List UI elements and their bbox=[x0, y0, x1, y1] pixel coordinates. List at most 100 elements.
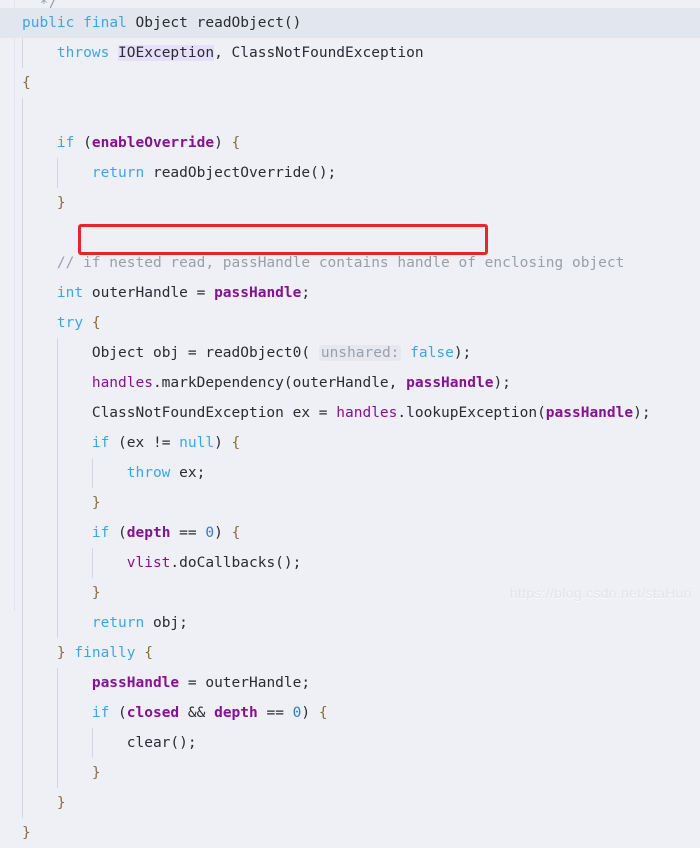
code-line[interactable]: } bbox=[0, 788, 700, 818]
code-token: { bbox=[231, 435, 241, 451]
code-token: obj; bbox=[144, 615, 188, 631]
indent-guide bbox=[22, 128, 23, 158]
indent-guide bbox=[22, 488, 23, 518]
code-token: } bbox=[56, 645, 66, 661]
indent-guide bbox=[57, 338, 58, 368]
code-token: null bbox=[179, 435, 215, 451]
code-token: return bbox=[91, 615, 145, 631]
code-line[interactable]: if (closed && depth == 0) { bbox=[0, 698, 700, 728]
code-line[interactable]: return readObjectOverride(); bbox=[0, 158, 700, 188]
code-line[interactable]: } bbox=[0, 188, 700, 218]
code-token: ; bbox=[301, 285, 311, 301]
code-token: { bbox=[22, 75, 31, 91]
code-token: throws bbox=[56, 45, 110, 61]
code-token: */ bbox=[22, 0, 57, 8]
code-token: , ClassNotFoundException bbox=[214, 45, 424, 61]
code-token: .doCallbacks(); bbox=[170, 555, 302, 571]
code-line[interactable]: throws IOException, ClassNotFoundExcepti… bbox=[0, 38, 700, 68]
indent-guide bbox=[22, 518, 23, 548]
code-line[interactable]: if (enableOverride) { bbox=[0, 128, 700, 158]
indent-guide bbox=[22, 548, 23, 578]
code-line[interactable] bbox=[0, 98, 700, 128]
code-token: == bbox=[257, 705, 293, 721]
indent-guide bbox=[22, 638, 23, 668]
code-token: Object bbox=[91, 345, 145, 361]
indent-guide bbox=[57, 458, 58, 488]
indent-guide bbox=[22, 668, 23, 698]
code-token: ) bbox=[214, 525, 232, 541]
code-content[interactable]: */public final Object readObject() throw… bbox=[0, 0, 700, 841]
code-line[interactable]: clear(); bbox=[0, 728, 700, 758]
code-token: // if nested read, passHandle contains h… bbox=[56, 255, 625, 271]
indent-guide bbox=[57, 398, 58, 428]
code-token: 0 bbox=[205, 525, 215, 541]
code-token: } bbox=[22, 825, 31, 841]
code-token: (ex != bbox=[109, 435, 180, 451]
code-line[interactable]: // if nested read, passHandle contains h… bbox=[0, 248, 700, 278]
code-token: clear(); bbox=[22, 735, 197, 751]
code-token: ) bbox=[301, 705, 319, 721]
code-line[interactable]: if (ex != null) { bbox=[0, 428, 700, 458]
indent-guide bbox=[22, 608, 23, 638]
code-line[interactable]: throw ex; bbox=[0, 458, 700, 488]
code-token: passHandle bbox=[214, 285, 302, 301]
code-token: { bbox=[318, 705, 328, 721]
code-line[interactable]: ClassNotFoundException ex = handles.look… bbox=[0, 398, 700, 428]
code-token: } bbox=[91, 495, 101, 511]
code-token: handles bbox=[336, 405, 398, 421]
code-token: depth bbox=[214, 705, 258, 721]
code-line[interactable]: if (depth == 0) { bbox=[0, 518, 700, 548]
code-token: ) bbox=[214, 135, 232, 151]
indent-guide bbox=[92, 458, 93, 488]
code-token: ClassNotFoundException ex = bbox=[22, 405, 337, 421]
indent-guide bbox=[57, 158, 58, 188]
indent-guide bbox=[22, 698, 23, 728]
indent-guide bbox=[22, 38, 23, 68]
code-token: false bbox=[410, 345, 454, 361]
code-line[interactable]: */ bbox=[0, 0, 700, 8]
code-line[interactable]: } bbox=[0, 758, 700, 788]
code-line[interactable]: } bbox=[0, 488, 700, 518]
indent-guide bbox=[57, 368, 58, 398]
indent-guide bbox=[92, 548, 93, 578]
code-token: Object bbox=[135, 15, 188, 31]
code-line[interactable]: { bbox=[0, 68, 700, 98]
code-token: vlist bbox=[126, 555, 171, 571]
code-token: int bbox=[56, 285, 84, 301]
code-token: return bbox=[91, 165, 145, 181]
code-token: ) bbox=[214, 435, 232, 451]
code-line[interactable]: int outerHandle = passHandle; bbox=[0, 278, 700, 308]
code-token: finally bbox=[74, 645, 136, 661]
code-token: } bbox=[91, 585, 101, 601]
code-token: if bbox=[91, 525, 110, 541]
code-line[interactable]: handles.markDependency(outerHandle, pass… bbox=[0, 368, 700, 398]
indent-guide bbox=[57, 428, 58, 458]
indent-guide bbox=[57, 488, 58, 518]
indent-guide bbox=[57, 668, 58, 698]
code-line[interactable]: public final Object readObject() bbox=[0, 8, 700, 38]
code-line[interactable]: } bbox=[0, 818, 700, 848]
code-line[interactable]: return obj; bbox=[0, 608, 700, 638]
code-line[interactable]: try { bbox=[0, 308, 700, 338]
code-line[interactable]: } finally { bbox=[0, 638, 700, 668]
code-line[interactable]: passHandle = outerHandle; bbox=[0, 668, 700, 698]
code-token: if bbox=[91, 435, 110, 451]
code-editor[interactable]: */public final Object readObject() throw… bbox=[0, 0, 700, 841]
code-line[interactable]: vlist.doCallbacks(); bbox=[0, 548, 700, 578]
indent-guide bbox=[92, 728, 93, 758]
code-token: ); bbox=[633, 405, 651, 421]
code-line[interactable]: Object obj = readObject0( unshared: fals… bbox=[0, 338, 700, 368]
indent-guide bbox=[22, 758, 23, 788]
code-line[interactable] bbox=[0, 218, 700, 248]
